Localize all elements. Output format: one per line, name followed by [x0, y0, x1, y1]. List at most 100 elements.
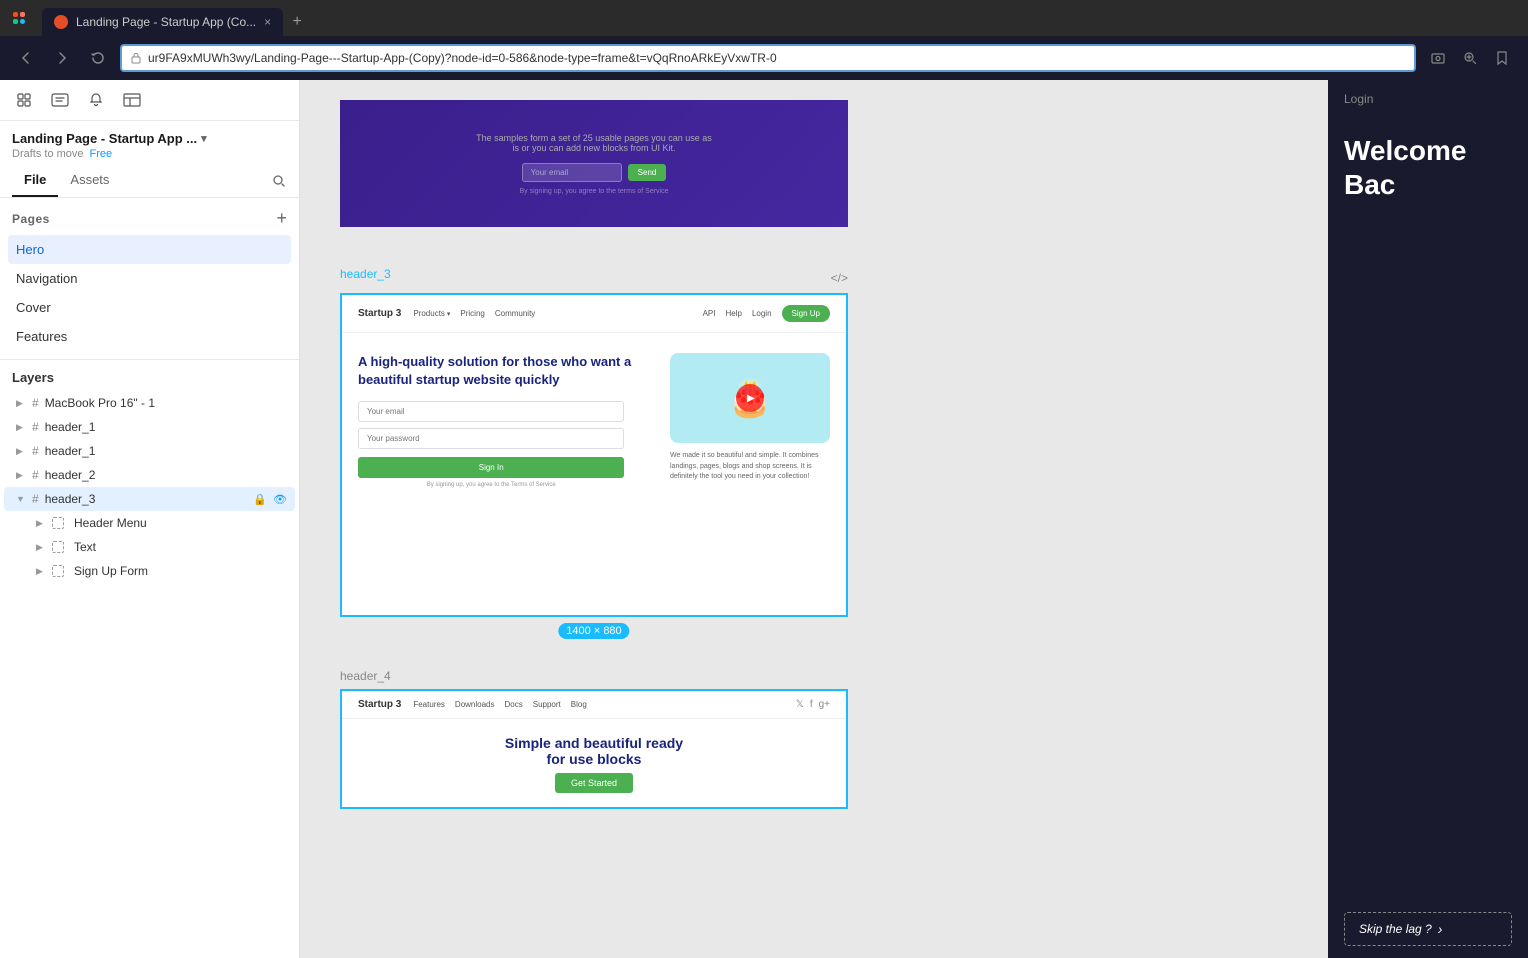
hash-icon: # — [32, 492, 39, 506]
hero-input-row: Send — [522, 163, 667, 182]
chevron-down-icon: ▾ — [201, 132, 207, 145]
bookmark-btn[interactable] — [1488, 44, 1516, 72]
browser-chrome: Landing Page - Startup App (Co... × + — [0, 0, 1528, 36]
skip-btn[interactable]: Skip the lag ? › — [1344, 912, 1512, 946]
pages-add-btn[interactable]: + — [276, 208, 287, 229]
hero-frame-text: The samples form a set of 25 usable page… — [476, 133, 712, 153]
h3-products[interactable]: Products — [413, 309, 450, 318]
h3-api[interactable]: API — [703, 309, 716, 318]
frame1-section: The samples form a set of 25 usable page… — [340, 100, 1328, 227]
frame3-container: Startup 3 Features Downloads Docs Suppor… — [340, 689, 848, 809]
layer-child-signup-form[interactable]: ▶ Sign Up Form — [4, 559, 295, 583]
layers-title: Layers — [12, 370, 54, 385]
h3-nav-right: API Help Login Sign Up — [703, 305, 830, 322]
header3-pw-input[interactable] — [358, 428, 624, 449]
expand-arrow[interactable]: ▶ — [36, 518, 46, 529]
expand-arrow[interactable]: ▶ — [36, 542, 46, 553]
page-item-navigation[interactable]: Navigation — [8, 264, 291, 293]
page-item-cover[interactable]: Cover — [8, 293, 291, 322]
layout-icon[interactable] — [120, 88, 144, 112]
expand-arrow[interactable]: ▶ — [16, 446, 26, 457]
h4-downloads[interactable]: Downloads — [455, 700, 495, 709]
header3-nav: Startup 3 Products Pricing Community API… — [342, 295, 846, 333]
layer-item-header1a[interactable]: ▶ # header_1 — [4, 415, 295, 439]
header4-btn[interactable]: Get Started — [555, 773, 633, 793]
hero-disclaimer: By signing up, you agree to the terms of… — [519, 188, 668, 195]
sidebar: Landing Page - Startup App ... ▾ Drafts … — [0, 80, 300, 958]
tab-bar: Landing Page - Startup App (Co... × + — [38, 0, 1520, 36]
eye-icon[interactable]: 👁 — [273, 493, 287, 506]
facebook-icon[interactable]: f — [810, 699, 813, 710]
header3-frame: Startup 3 Products Pricing Community API… — [340, 293, 848, 617]
h4-features[interactable]: Features — [413, 700, 445, 709]
text-tool-icon[interactable] — [48, 88, 72, 112]
h3-community[interactable]: Community — [495, 309, 535, 318]
frame1-container: The samples form a set of 25 usable page… — [340, 100, 848, 227]
h4-support[interactable]: Support — [533, 700, 561, 709]
h4-nav-items: Features Downloads Docs Support Blog — [413, 700, 586, 709]
canvas-scroll[interactable]: The samples form a set of 25 usable page… — [300, 80, 1328, 958]
header3-title: A high-quality solution for those who wa… — [358, 353, 654, 389]
expand-arrow[interactable]: ▶ — [16, 398, 26, 409]
search-btn[interactable] — [271, 164, 287, 197]
page-item-hero[interactable]: Hero — [8, 235, 291, 264]
header3-signin-btn[interactable]: Sign In — [358, 457, 624, 478]
back-btn[interactable] — [12, 44, 40, 72]
layer-child-text[interactable]: ▶ Text — [4, 535, 295, 559]
tab-file[interactable]: File — [12, 164, 58, 197]
expand-arrow[interactable]: ▼ — [16, 494, 26, 504]
address-text: ur9FA9xMUWh3wy/Landing-Page---Startup-Ap… — [148, 51, 1406, 65]
login-label: Login — [1328, 80, 1528, 114]
screenshot-btn[interactable] — [1424, 44, 1452, 72]
tab-close-btn[interactable]: × — [264, 15, 271, 29]
layer-item-header3[interactable]: ▼ # header_3 🔒 👁 — [4, 487, 295, 511]
frame-size-badge: 1400 × 880 — [558, 623, 629, 639]
grid-tool-icon[interactable] — [12, 88, 36, 112]
h4-blog[interactable]: Blog — [571, 700, 587, 709]
skip-btn-text: Skip the lag ? — [1359, 922, 1432, 936]
skip-arrow-icon: › — [1438, 921, 1443, 937]
header4-body: Simple and beautiful ready for use block… — [342, 719, 846, 809]
header3-left: A high-quality solution for those who wa… — [358, 353, 654, 488]
h4-logo: Startup 3 — [358, 699, 401, 710]
file-name[interactable]: Landing Page - Startup App ... ▾ — [12, 131, 287, 146]
tab-assets[interactable]: Assets — [58, 164, 121, 197]
layer-item-header2[interactable]: ▶ # header_2 — [4, 463, 295, 487]
address-bar[interactable]: ur9FA9xMUWh3wy/Landing-Page---Startup-Ap… — [120, 44, 1416, 72]
bell-icon[interactable] — [84, 88, 108, 112]
layer-item-macbook[interactable]: ▶ # MacBook Pro 16" - 1 — [4, 391, 295, 415]
active-tab[interactable]: Landing Page - Startup App (Co... × — [42, 8, 283, 36]
zoom-btn[interactable] — [1456, 44, 1484, 72]
header4-frame: Startup 3 Features Downloads Docs Suppor… — [340, 689, 848, 809]
app-body: Landing Page - Startup App ... ▾ Drafts … — [0, 80, 1528, 958]
dashed-frame-icon — [52, 517, 64, 529]
hero-email-input[interactable] — [522, 163, 622, 182]
page-list: Hero Navigation Cover Features — [0, 235, 299, 351]
h3-login[interactable]: Login — [752, 309, 772, 318]
header4-nav: Startup 3 Features Downloads Docs Suppor… — [342, 691, 846, 719]
h3-signup-btn[interactable]: Sign Up — [782, 305, 830, 322]
gplus-icon[interactable]: g+ — [819, 699, 830, 710]
layer-child-header-menu[interactable]: ▶ Header Menu — [4, 511, 295, 535]
expand-arrow[interactable]: ▶ — [16, 422, 26, 433]
header3-body: A high-quality solution for those who wa… — [342, 333, 846, 508]
canvas-content: The samples form a set of 25 usable page… — [300, 80, 1328, 859]
twitter-icon[interactable]: 𝕏 — [796, 699, 804, 710]
play-btn[interactable]: ▶ — [736, 384, 764, 412]
new-tab-btn[interactable]: + — [283, 8, 311, 36]
hero-send-btn[interactable]: Send — [628, 164, 667, 181]
hash-icon: # — [32, 468, 39, 482]
page-item-features[interactable]: Features — [8, 322, 291, 351]
h3-help[interactable]: Help — [726, 309, 742, 318]
welcome-title: Welcome Bac — [1344, 134, 1512, 201]
h4-docs[interactable]: Docs — [505, 700, 523, 709]
forward-btn[interactable] — [48, 44, 76, 72]
layer-list: ▶ # MacBook Pro 16" - 1 ▶ # header_1 ▶ #… — [0, 391, 299, 583]
refresh-btn[interactable] — [84, 44, 112, 72]
header3-email-input[interactable] — [358, 401, 624, 422]
expand-arrow[interactable]: ▶ — [36, 566, 46, 577]
expand-arrow[interactable]: ▶ — [16, 470, 26, 481]
h3-pricing[interactable]: Pricing — [460, 309, 484, 318]
layer-item-header1b[interactable]: ▶ # header_1 — [4, 439, 295, 463]
code-btn[interactable]: </> — [831, 271, 848, 285]
